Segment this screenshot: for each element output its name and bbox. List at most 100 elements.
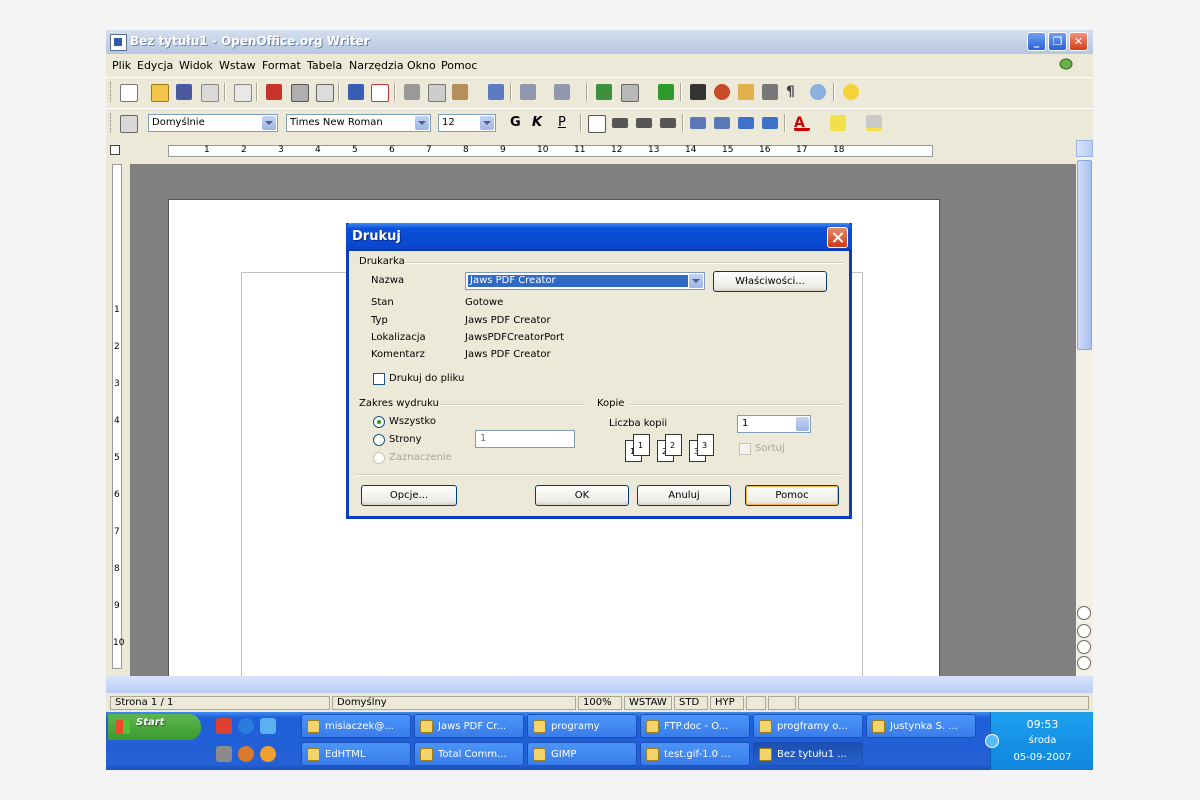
hyperlink-icon[interactable] <box>596 84 612 100</box>
scroll-up-button[interactable] <box>1076 140 1093 157</box>
close-button[interactable]: ✕ <box>1069 32 1088 51</box>
font-name-combo[interactable]: Times New Roman <box>286 114 431 132</box>
highlight-icon[interactable] <box>830 115 846 131</box>
format-paintbrush-icon[interactable] <box>488 84 504 100</box>
new-document-icon[interactable] <box>120 84 138 102</box>
numbering-icon[interactable] <box>690 117 706 129</box>
align-right-icon[interactable] <box>636 118 652 128</box>
horizontal-ruler[interactable]: 1 2 3 4 5 6 7 8 9 10 11 12 13 14 15 16 1… <box>106 140 1093 162</box>
italic-button[interactable]: K <box>532 115 542 130</box>
menu-okno[interactable]: Okno <box>407 59 436 72</box>
status-selection-mode[interactable]: STD <box>674 696 708 710</box>
data-sources-icon[interactable] <box>762 84 778 100</box>
selection-radio[interactable] <box>373 452 385 464</box>
undo-icon[interactable] <box>520 84 536 100</box>
show-draw-functions-icon[interactable] <box>658 84 674 100</box>
decrease-indent-icon[interactable] <box>738 117 754 129</box>
font-color-icon[interactable]: A <box>794 115 810 131</box>
dialog-title-bar[interactable]: Drukuj <box>346 223 852 251</box>
pilcrow-icon[interactable]: ¶ <box>786 84 802 100</box>
taskbar-task[interactable]: EdHTML <box>301 742 411 766</box>
toolbar-grip[interactable] <box>110 113 114 133</box>
pages-label[interactable]: Strony <box>389 434 422 445</box>
spellcheck-icon[interactable] <box>348 84 364 100</box>
taskbar-task[interactable]: FTP.doc - O... <box>640 714 750 738</box>
paragraph-style-combo[interactable]: Domyślnie <box>148 114 278 132</box>
find-replace-icon[interactable] <box>690 84 706 100</box>
redo-icon[interactable] <box>554 84 570 100</box>
status-insert-mode[interactable]: WSTAW <box>624 696 672 710</box>
all-pages-label[interactable]: Wszystko <box>389 416 436 427</box>
next-page-icon[interactable] <box>1077 656 1091 670</box>
start-button[interactable]: Start <box>108 714 201 740</box>
horizontal-scrollbar[interactable] <box>106 676 1093 693</box>
copies-spinner[interactable]: 1 <box>737 415 811 433</box>
paste-icon[interactable] <box>452 84 468 100</box>
quicklaunch-opera-icon[interactable] <box>216 718 232 734</box>
menu-plik[interactable]: Plik <box>112 59 131 72</box>
previous-page-icon[interactable] <box>1077 624 1091 638</box>
taskbar-task[interactable]: GIMP <box>527 742 637 766</box>
chevron-down-icon[interactable] <box>262 116 276 130</box>
justify-icon[interactable] <box>660 118 676 128</box>
edit-file-icon[interactable] <box>234 84 252 102</box>
background-color-icon[interactable] <box>866 115 882 131</box>
clock-time[interactable]: 09:53 <box>991 718 1093 731</box>
menu-narzedzia[interactable]: Narzędzia <box>349 59 404 72</box>
options-button[interactable]: Opcje... <box>361 485 457 506</box>
font-size-combo[interactable]: 12 <box>438 114 496 132</box>
bold-button[interactable]: G <box>510 115 521 130</box>
properties-button[interactable]: Właściwości... <box>713 271 827 292</box>
help-button[interactable]: Pomoc <box>745 485 839 506</box>
quicklaunch-browser-icon[interactable] <box>260 718 276 734</box>
table-icon[interactable] <box>621 84 639 102</box>
increase-indent-icon[interactable] <box>762 117 778 129</box>
export-pdf-icon[interactable] <box>266 84 282 100</box>
menu-tabela[interactable]: Tabela <box>307 59 342 72</box>
styles-formatting-icon[interactable] <box>120 115 138 133</box>
chevron-down-icon[interactable] <box>689 274 703 288</box>
print-icon[interactable] <box>291 84 309 102</box>
navigator-icon[interactable] <box>714 84 730 100</box>
quicklaunch-app-icon[interactable] <box>216 746 232 762</box>
pages-radio[interactable] <box>373 434 385 446</box>
menu-pomoc[interactable]: Pomoc <box>441 59 477 72</box>
scroll-thumb[interactable] <box>1077 160 1092 350</box>
taskbar-task-active[interactable]: Bez tytułu1 ... <box>753 742 863 766</box>
taskbar-task[interactable]: Jaws PDF Cr... <box>414 714 524 738</box>
quicklaunch-ie-icon[interactable] <box>238 718 254 734</box>
spinner-arrows-icon[interactable] <box>796 417 809 431</box>
taskbar-task[interactable]: Total Comm... <box>414 742 524 766</box>
menu-wstaw[interactable]: Wstaw <box>219 59 256 72</box>
taskbar-task[interactable]: progframy o... <box>753 714 863 738</box>
save-icon[interactable] <box>176 84 192 100</box>
help-icon[interactable] <box>843 84 859 100</box>
cancel-button[interactable]: Anuluj <box>637 485 731 506</box>
tab-type-selector[interactable] <box>110 145 120 155</box>
pages-input[interactable]: 1 <box>475 430 575 448</box>
minimize-button[interactable]: _ <box>1027 32 1046 51</box>
ok-button[interactable]: OK <box>535 485 629 506</box>
chevron-down-icon[interactable] <box>480 116 494 130</box>
open-folder-icon[interactable] <box>151 84 169 102</box>
menu-widok[interactable]: Widok <box>179 59 213 72</box>
quicklaunch-firefox-icon[interactable] <box>260 746 276 762</box>
autospellcheck-icon[interactable] <box>371 84 389 102</box>
vertical-scrollbar[interactable] <box>1076 140 1093 676</box>
gallery-icon[interactable] <box>738 84 754 100</box>
cut-icon[interactable] <box>404 84 420 100</box>
print-to-file-label[interactable]: Drukuj do pliku <box>389 373 464 384</box>
collate-checkbox[interactable] <box>739 443 751 455</box>
status-zoom[interactable]: 100% <box>578 696 622 710</box>
print-to-file-checkbox[interactable] <box>373 373 385 385</box>
dialog-close-icon[interactable] <box>827 227 848 248</box>
menu-edycja[interactable]: Edycja <box>137 59 173 72</box>
quicklaunch-gimp-icon[interactable] <box>238 746 254 762</box>
status-hyperlink-mode[interactable]: HYP <box>710 696 744 710</box>
underline-button[interactable]: P <box>558 115 566 130</box>
taskbar-task[interactable]: misiaczek@... <box>301 714 411 738</box>
taskbar-task[interactable]: Justynka S. ... <box>866 714 976 738</box>
menu-format[interactable]: Format <box>262 59 301 72</box>
close-document-icon[interactable] <box>1059 58 1073 70</box>
print-preview-icon[interactable] <box>316 84 334 102</box>
